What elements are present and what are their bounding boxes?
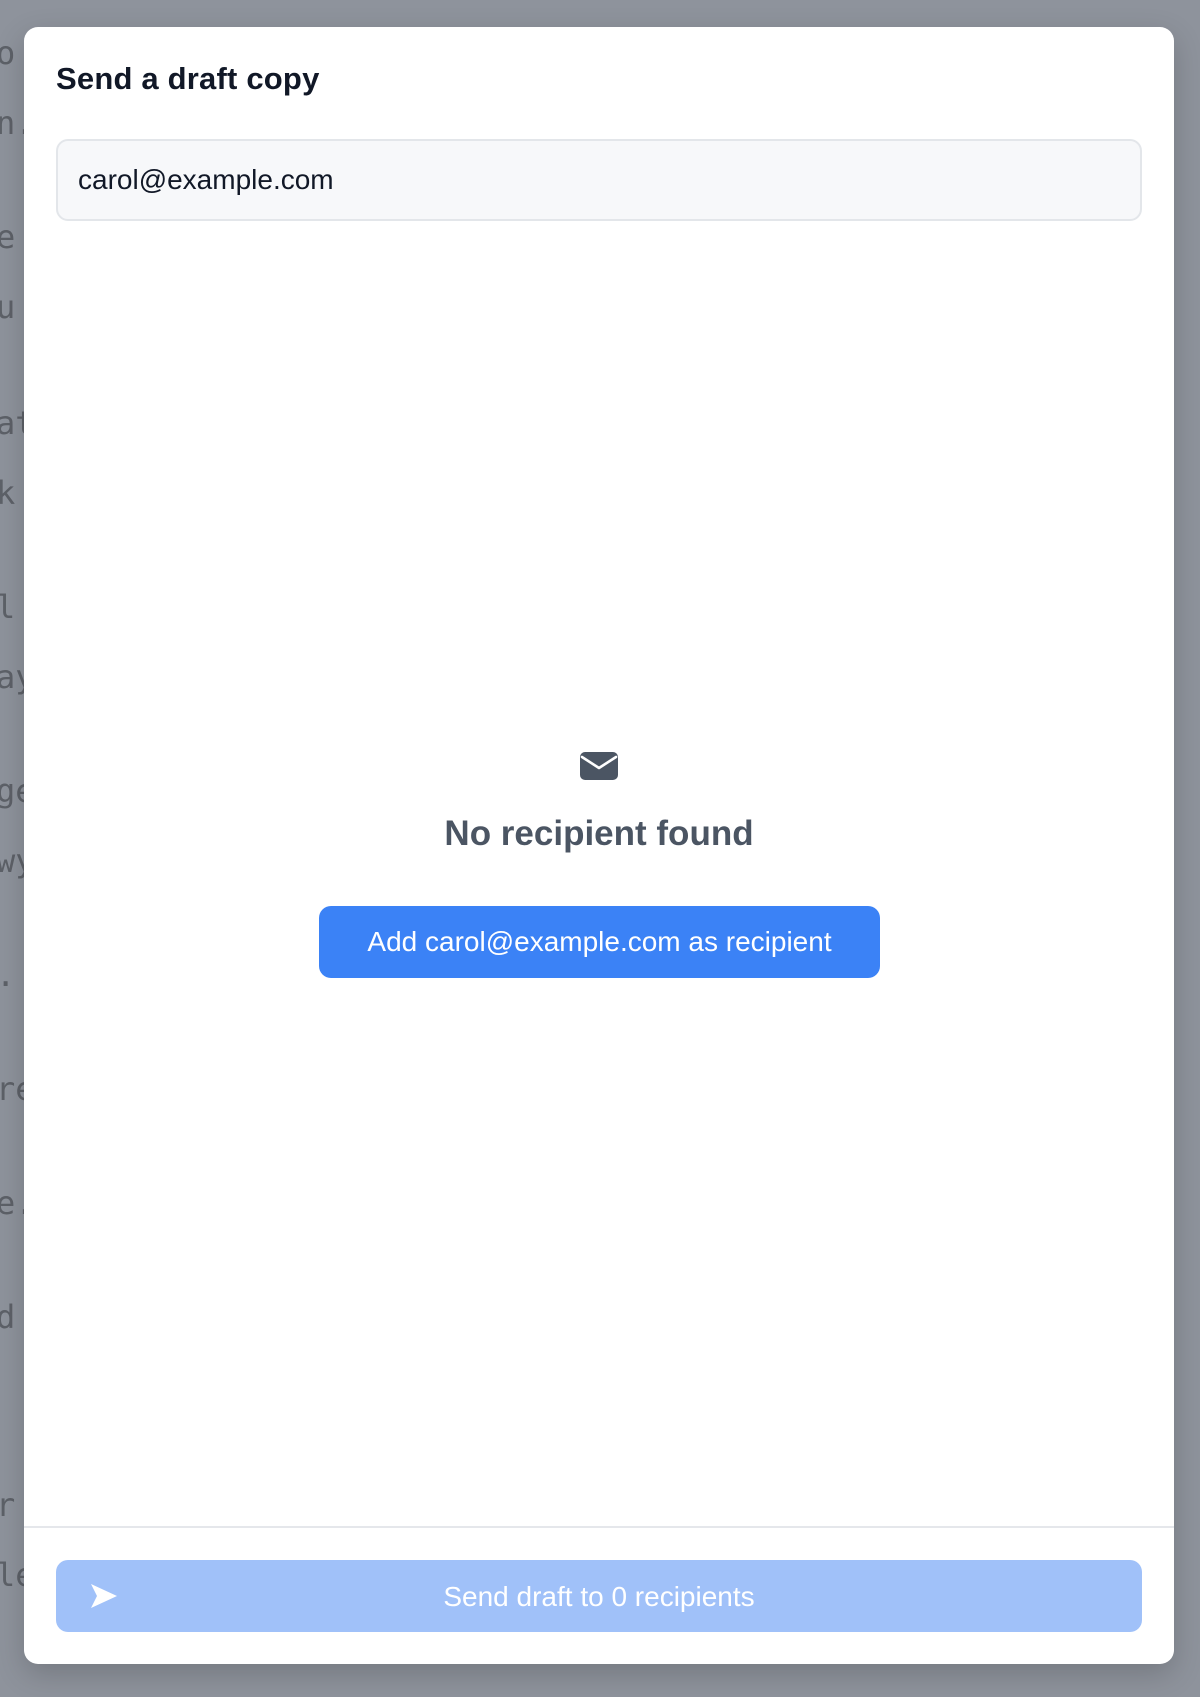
send-draft-label: Send draft to 0 recipients — [443, 1581, 755, 1612]
empty-state-title: No recipient found — [444, 814, 754, 853]
background-text-line: l — [0, 588, 16, 626]
send-draft-button[interactable]: Send draft to 0 recipients — [56, 1560, 1142, 1632]
add-recipient-button[interactable]: Add carol@example.com as recipient — [319, 906, 880, 978]
send-icon — [91, 1584, 117, 1608]
background-text-line: d — [0, 1298, 16, 1336]
footer-divider — [24, 1526, 1174, 1528]
envelope-icon — [580, 752, 618, 780]
background-text-line: u — [0, 288, 16, 326]
background-text-line: o — [0, 34, 16, 72]
recipient-search-input[interactable] — [56, 139, 1142, 221]
background-text-line: k — [0, 474, 16, 512]
modal-title: Send a draft copy — [56, 61, 320, 96]
background-text-line: r — [0, 1486, 16, 1524]
background-text-line: e — [0, 218, 16, 256]
send-draft-modal: Send a draft copy No recipient found Add… — [24, 27, 1174, 1664]
empty-state: No recipient found — [24, 752, 1174, 854]
background-text-line: . — [0, 956, 15, 994]
